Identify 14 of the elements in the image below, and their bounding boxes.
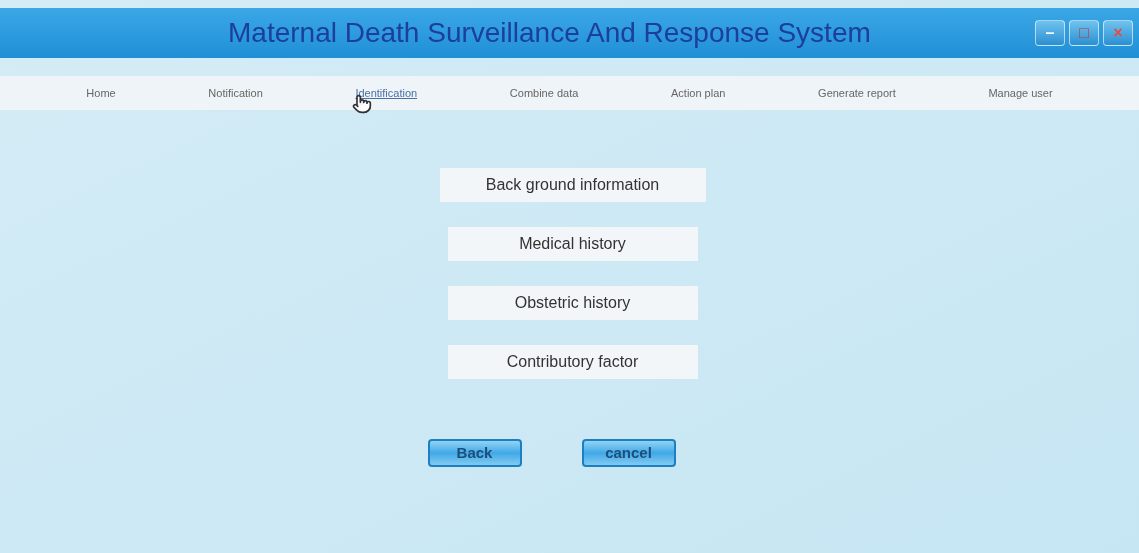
menu-item[interactable]: Manage user — [984, 84, 1057, 102]
window-title: Maternal Death Surveillance And Response System — [228, 16, 871, 50]
menu-item[interactable]: Identification — [351, 84, 422, 102]
back-button[interactable]: Back — [427, 439, 522, 467]
menu-item[interactable]: Generate report — [814, 84, 900, 102]
menu-item[interactable]: Combine data — [505, 84, 583, 102]
option-button[interactable]: Medical history — [447, 227, 698, 261]
menu-item[interactable]: Action plan — [667, 84, 730, 102]
menu-item[interactable]: Notification — [204, 84, 267, 102]
option-button[interactable]: Obstetric history — [447, 286, 698, 320]
cancel-button[interactable]: cancel — [581, 439, 676, 467]
option-button[interactable]: Contributory factor — [447, 345, 698, 379]
option-button[interactable]: Back ground information — [439, 168, 706, 202]
menu-item[interactable]: Home — [82, 84, 120, 102]
